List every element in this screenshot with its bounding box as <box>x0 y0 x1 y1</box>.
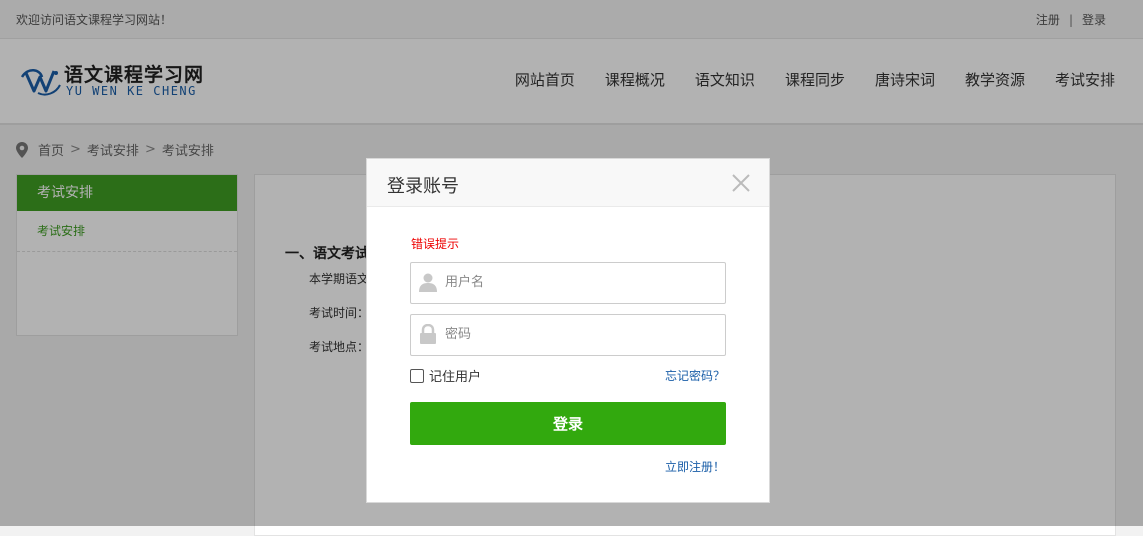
register-now-link[interactable]: 立即注册！ <box>665 458 725 475</box>
remember-label: 记住用户 <box>429 370 482 385</box>
username-field[interactable] <box>410 262 726 304</box>
password-field[interactable] <box>410 314 726 356</box>
forgot-password-link[interactable]: 忘记密码？ <box>665 367 725 384</box>
modal-header: 登录账号 <box>367 159 769 207</box>
error-message: 错误提示 <box>411 237 460 251</box>
remember-checkbox[interactable] <box>410 368 424 383</box>
user-icon <box>419 273 437 292</box>
login-modal: 登录账号 错误提示 记住用户 忘记密码？ 登录 立即注册！ <box>366 158 770 503</box>
lock-icon <box>420 324 436 344</box>
close-icon[interactable] <box>731 173 751 193</box>
remember-user[interactable]: 记住用户 <box>410 366 481 385</box>
password-input[interactable] <box>445 315 715 353</box>
username-input[interactable] <box>445 263 715 301</box>
login-button[interactable]: 登录 <box>410 402 726 445</box>
modal-title: 登录账号 <box>387 176 459 197</box>
